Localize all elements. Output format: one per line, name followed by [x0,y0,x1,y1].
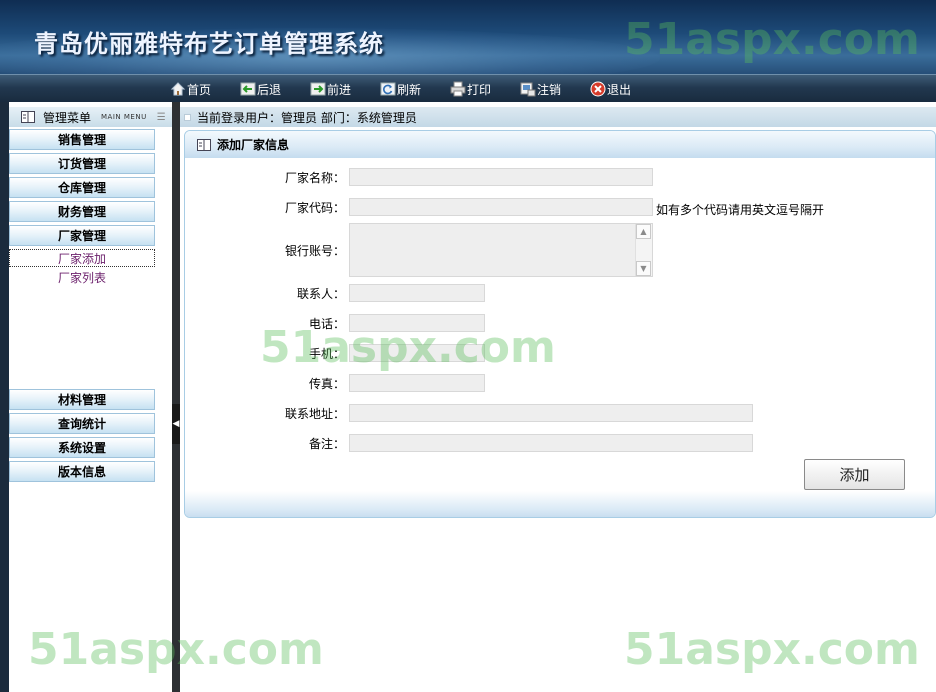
app-title: 青岛优丽雅特布艺订单管理系统 [34,29,384,58]
forward-label: 前进 [327,82,352,97]
phone-input[interactable] [349,314,485,332]
back-arrow-icon [240,82,256,96]
form-panel-footer [185,491,935,517]
menu-header-sub: MAIN MENU [101,113,147,121]
frame-splitter[interactable] [172,102,180,692]
main-content: 当前登录用户：管理员 部门：系统管理员 添加厂家信息 厂家名称： 厂家代码： 如… [180,102,936,692]
exit-button[interactable]: 退出 [590,79,631,99]
forward-arrow-icon [310,82,326,96]
logoff-label: 注销 [537,82,562,97]
menu-lines-icon: ☰ [156,111,166,123]
manufacturer-name-input[interactable] [349,168,653,186]
sub-item-add-manufacturer[interactable]: 厂家添加 [9,249,155,267]
label-name: 厂家名称： [284,171,345,185]
form-panel: 添加厂家信息 厂家名称： 厂家代码： 如有多个代码请用英文逗号隔开 银行账号： … [184,130,936,518]
remark-input[interactable] [349,434,753,452]
menu-settings[interactable]: 系统设置 [9,437,155,458]
print-button[interactable]: 打印 [450,79,491,99]
back-label: 后退 [257,82,282,97]
print-icon [450,81,466,97]
menu-statistics[interactable]: 查询统计 [9,413,155,434]
menu-statistics-label: 查询统计 [57,417,106,431]
form-book-icon [197,138,211,151]
back-button[interactable]: 后退 [240,79,281,99]
refresh-label: 刷新 [397,82,422,97]
menu-manufacturer[interactable]: 厂家管理 [9,225,155,246]
menu-manufacturer-label: 厂家管理 [57,229,106,243]
toolbar: 首页 后退 前进 刷新 打印 注销 退出 [0,74,936,103]
sub-item-label: 厂家列表 [57,270,106,285]
menu-materials[interactable]: 材料管理 [9,389,155,410]
home-icon [170,82,186,96]
menu-sales-label: 销售管理 [57,133,106,147]
login-info-bar: 当前登录用户：管理员 部门：系统管理员 [180,107,936,127]
header-banner: 青岛优丽雅特布艺订单管理系统 51aspx.com [0,0,936,74]
menu-finance[interactable]: 财务管理 [9,201,155,222]
contact-input[interactable] [349,284,485,302]
print-label: 打印 [467,82,492,97]
menu-settings-label: 系统设置 [57,441,106,455]
label-bank: 银行账号： [284,244,345,258]
menu-header: 管理菜单 MAIN MENU ☰ [9,107,172,127]
menu-version[interactable]: 版本信息 [9,461,155,482]
scroll-down-icon[interactable]: ▼ [636,261,651,276]
collapse-arrow-icon[interactable]: ◀ [172,404,180,444]
menu-version-label: 版本信息 [57,465,106,479]
sub-item-manufacturer-list[interactable]: 厂家列表 [9,268,155,286]
menu-sales[interactable]: 销售管理 [9,129,155,150]
label-fax: 传真： [308,377,345,391]
scroll-up-icon[interactable]: ▲ [636,224,651,239]
manufacturer-code-input[interactable] [349,198,653,216]
watermark-logo: 51aspx.com [624,14,920,65]
info-bullet-icon [184,113,191,121]
label-phone: 电话： [308,317,345,331]
refresh-icon [380,82,396,96]
form-panel-header: 添加厂家信息 [185,131,935,158]
logoff-icon [520,82,536,97]
form-title: 添加厂家信息 [217,138,290,152]
bank-scrollbar[interactable]: ▲ ▼ [635,224,652,276]
add-button[interactable]: 添加 [804,459,905,490]
refresh-button[interactable]: 刷新 [380,79,421,99]
left-menu-frame: 管理菜单 MAIN MENU ☰ 销售管理 订货管理 仓库管理 财务管理 厂家管… [0,102,172,692]
label-address: 联系地址： [284,407,345,421]
forward-button[interactable]: 前进 [310,79,351,99]
menu-warehouse-label: 仓库管理 [57,181,106,195]
sub-item-label: 厂家添加 [57,251,106,266]
logoff-button[interactable]: 注销 [520,79,561,99]
exit-label: 退出 [607,82,632,97]
menu-materials-label: 材料管理 [57,393,106,407]
menu-orders[interactable]: 订货管理 [9,153,155,174]
label-code: 厂家代码： [284,201,345,215]
menu-book-icon [21,111,35,123]
menu-header-label: 管理菜单 [43,110,92,125]
home-button[interactable]: 首页 [170,79,211,99]
label-mobile: 手机： [308,347,345,361]
label-remark: 备注： [308,437,345,451]
exit-icon [590,81,606,97]
fax-input[interactable] [349,374,485,392]
home-label: 首页 [187,82,212,97]
menu-orders-label: 订货管理 [57,157,106,171]
bank-account-textarea[interactable]: ▲ ▼ [349,223,653,277]
mobile-input[interactable] [349,344,485,362]
menu-finance-label: 财务管理 [57,205,106,219]
code-hint: 如有多个代码请用英文逗号隔开 [656,203,825,217]
menu-warehouse[interactable]: 仓库管理 [9,177,155,198]
login-info-text: 当前登录用户：管理员 部门：系统管理员 [197,110,417,125]
label-contact: 联系人： [296,287,345,301]
address-input[interactable] [349,404,753,422]
